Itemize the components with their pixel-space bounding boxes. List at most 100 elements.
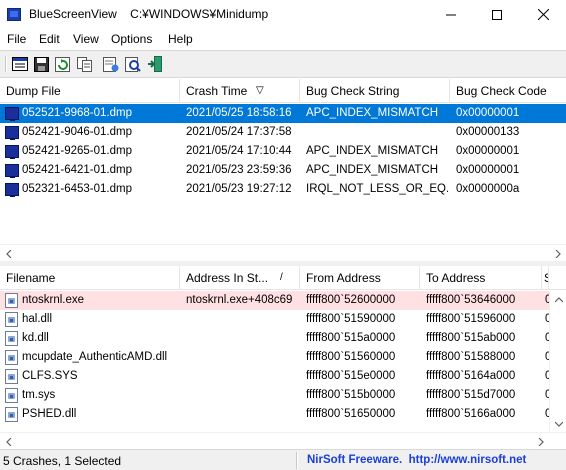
crash-row[interactable]: 052421-6421-01.dmp 2021/05/23 23:59:36 A… — [0, 161, 566, 180]
menu-edit[interactable]: Edit — [39, 32, 60, 46]
bug-check-code-cell: 0x00000001 — [456, 107, 520, 119]
crash-time-cell: 2021/05/24 17:10:44 — [186, 145, 292, 157]
filename-cell: CLFS.SYS — [22, 370, 78, 382]
modules-list-horizontal-scrollbar[interactable] — [0, 432, 566, 449]
bluescreenview-app-icon — [7, 8, 21, 21]
column-bug-check-code[interactable]: Bug Check Code — [450, 79, 566, 103]
crash-dump-icon — [5, 183, 19, 197]
to-address-cell: fffff800`51596000 — [426, 313, 516, 325]
module-file-icon — [5, 293, 18, 308]
menu-file[interactable]: File — [7, 32, 26, 46]
crash-row[interactable]: 052421-9265-01.dmp 2021/05/24 17:10:44 A… — [0, 142, 566, 161]
from-address-cell: fffff800`51590000 — [306, 313, 396, 325]
bug-check-code-cell: 0x00000001 — [456, 145, 520, 157]
scroll-up-arrow-icon[interactable] — [550, 291, 566, 308]
dump-file-cell: 052421-9046-01.dmp — [22, 126, 132, 138]
module-row[interactable]: CLFS.SYS fffff800`515e0000 fffff800`5164… — [0, 367, 549, 386]
crash-row[interactable]: 052521-9968-01.dmp 2021/05/25 18:58:16 A… — [0, 104, 566, 123]
column-bug-check-string[interactable]: Bug Check String — [300, 79, 450, 103]
menu-options[interactable]: Options — [111, 32, 152, 46]
toolbar — [0, 50, 566, 78]
to-address-cell: fffff800`515d7000 — [426, 389, 516, 401]
filename-cell: kd.dll — [22, 332, 49, 344]
to-address-cell: fffff800`53646000 — [426, 294, 516, 306]
column-from-address[interactable]: From Address — [300, 266, 420, 290]
column-crash-time[interactable]: Crash Time ▽ — [180, 79, 300, 103]
status-divider — [296, 452, 298, 469]
filename-cell: tm.sys — [22, 389, 56, 401]
crash-count-status: 5 Crashes, 1 Selected — [3, 454, 122, 468]
module-file-icon — [5, 350, 18, 365]
scroll-left-arrow-icon[interactable] — [0, 245, 17, 262]
to-address-cell: fffff800`5164a000 — [426, 370, 516, 382]
properties-icon — [12, 57, 28, 71]
minimize-icon — [446, 14, 456, 15]
module-row[interactable]: tm.sys fffff800`515b0000 fffff800`515d70… — [0, 386, 549, 405]
maximize-button[interactable] — [474, 0, 520, 29]
column-filename[interactable]: Filename — [0, 266, 180, 290]
address-in-stack-cell — [186, 329, 298, 348]
title-bar: BlueScreenView C:¥WINDOWS¥Minidump — [0, 0, 566, 29]
crash-time-cell: 2021/05/23 23:59:36 — [186, 164, 292, 176]
column-to-address[interactable]: To Address — [420, 266, 542, 290]
modules-list-header: Filename Address In St... / From Address… — [0, 266, 566, 290]
refresh-icon — [54, 56, 70, 72]
html-report-button[interactable] — [102, 55, 120, 73]
maximize-icon — [492, 9, 502, 20]
module-file-icon — [5, 388, 18, 403]
address-in-stack-cell — [186, 367, 298, 386]
crash-list-horizontal-scrollbar[interactable] — [0, 244, 566, 261]
module-file-icon — [5, 369, 18, 384]
address-in-stack-cell — [186, 348, 298, 367]
crash-row[interactable]: 052421-9046-01.dmp 2021/05/24 17:37:58 0… — [0, 123, 566, 142]
scroll-down-arrow-icon[interactable] — [550, 415, 566, 432]
properties-button[interactable] — [11, 55, 29, 73]
module-file-icon — [5, 407, 18, 422]
dump-file-cell: 052321-6453-01.dmp — [22, 183, 132, 195]
crash-dump-icon — [5, 164, 19, 178]
bug-check-string-cell: APC_INDEX_MISMATCH — [306, 107, 439, 119]
minimize-button[interactable] — [428, 0, 474, 29]
module-row[interactable]: hal.dll fffff800`51590000 fffff800`51596… — [0, 310, 549, 329]
crash-dump-icon — [5, 145, 19, 159]
module-row[interactable]: PSHED.dll fffff800`51650000 fffff800`516… — [0, 405, 549, 424]
refresh-button[interactable] — [53, 55, 71, 73]
nirsoft-link[interactable]: NirSoft Freeware. http://www.nirsoft.net — [307, 454, 526, 466]
column-dump-file[interactable]: Dump File — [0, 79, 180, 103]
modules-list-vertical-scrollbar[interactable] — [549, 291, 566, 432]
column-size[interactable]: S — [542, 266, 549, 290]
bug-check-code-cell: 0x0000000a — [456, 183, 520, 195]
address-in-stack-cell: ntoskrnl.exe+408c69 — [186, 294, 293, 306]
bug-check-code-cell: 0x00000001 — [456, 164, 520, 176]
scroll-left-arrow-icon[interactable] — [0, 433, 17, 450]
crash-row[interactable]: 052321-6453-01.dmp 2021/05/23 19:27:12 I… — [0, 180, 566, 199]
exit-button[interactable] — [146, 55, 164, 73]
copy-button[interactable] — [76, 55, 94, 73]
scroll-right-arrow-icon[interactable] — [532, 433, 549, 450]
advanced-options-button[interactable] — [124, 55, 142, 73]
bug-check-string-cell — [306, 123, 448, 142]
menu-help[interactable]: Help — [168, 32, 193, 46]
module-row[interactable]: mcupdate_AuthenticAMD.dll fffff800`51560… — [0, 348, 549, 367]
crash-dump-icon — [5, 126, 19, 140]
copy-icon — [77, 56, 92, 72]
to-address-cell: fffff800`515ab000 — [426, 332, 516, 344]
scroll-right-arrow-icon[interactable] — [549, 245, 566, 262]
close-button[interactable] — [520, 0, 566, 29]
from-address-cell: fffff800`515a0000 — [306, 332, 396, 344]
column-address-in-stack[interactable]: Address In St... / — [180, 266, 300, 290]
crash-time-cell: 2021/05/24 17:37:58 — [186, 126, 292, 138]
module-row[interactable]: kd.dll fffff800`515a0000 fffff800`515ab0… — [0, 329, 549, 348]
to-address-cell: fffff800`5166a000 — [426, 408, 516, 420]
save-button[interactable] — [32, 55, 50, 73]
menu-view[interactable]: View — [73, 32, 99, 46]
toolbar-separator — [5, 56, 7, 72]
from-address-cell: fffff800`515b0000 — [306, 389, 396, 401]
crash-time-cell: 2021/05/23 19:27:12 — [186, 183, 292, 195]
from-address-cell: fffff800`52600000 — [306, 294, 396, 306]
from-address-cell: fffff800`51560000 — [306, 351, 396, 363]
module-row[interactable]: ntoskrnl.exe ntoskrnl.exe+408c69 fffff80… — [0, 291, 549, 310]
dump-file-cell: 052421-6421-01.dmp — [22, 164, 132, 176]
column-address-in-stack-label: Address In St... — [186, 271, 269, 285]
from-address-cell: fffff800`51650000 — [306, 408, 396, 420]
